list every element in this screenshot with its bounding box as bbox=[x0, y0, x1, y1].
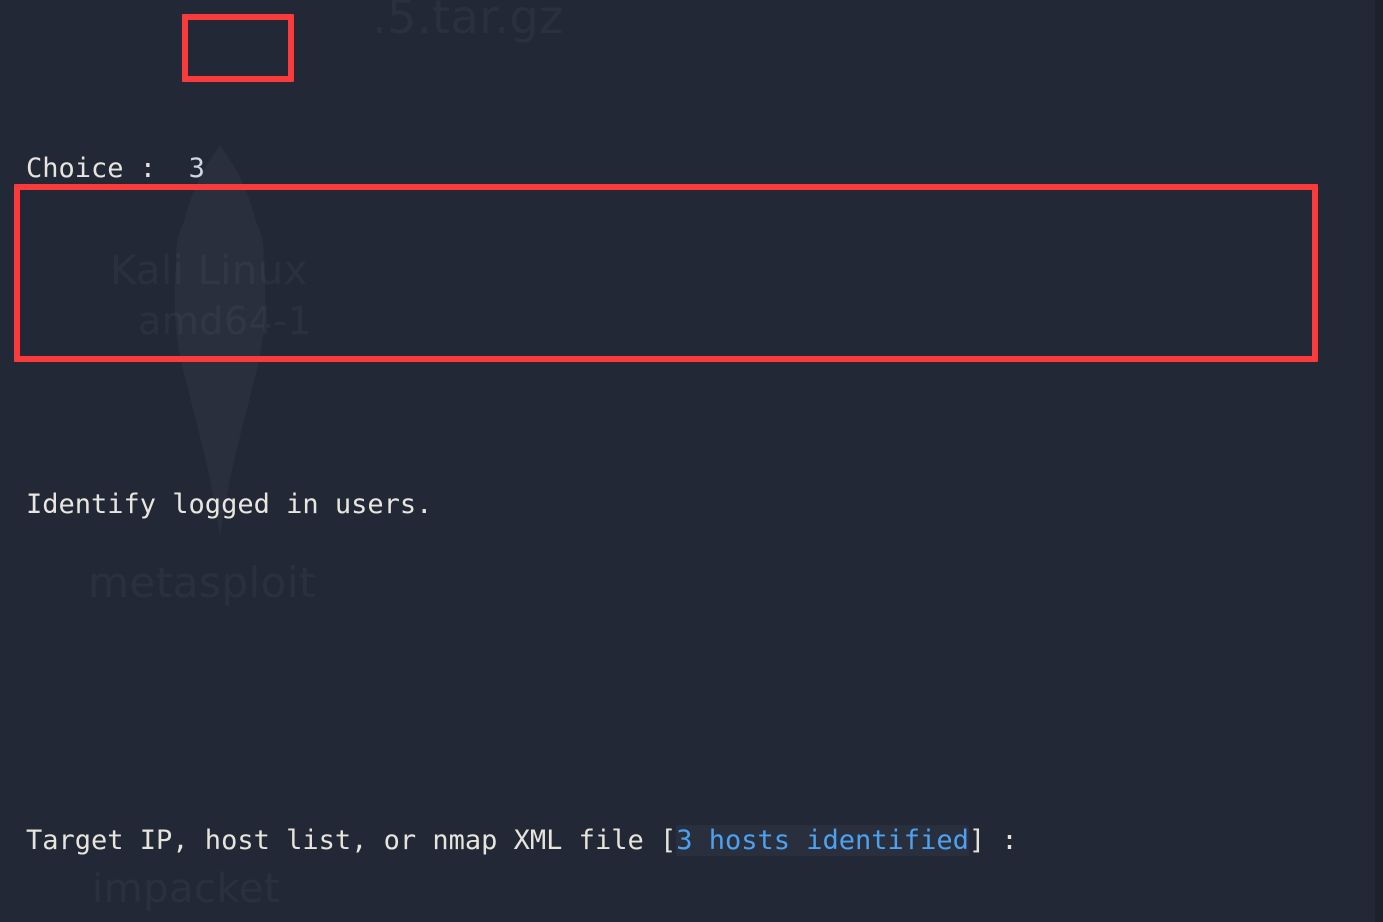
terminal-output: Choice : 3 Identify logged in users. Tar… bbox=[0, 0, 1383, 922]
module-description: Identify logged in users. bbox=[26, 489, 433, 520]
prompt-target-ip-suffix: : bbox=[985, 825, 1018, 856]
bracket-close: ] bbox=[968, 825, 986, 856]
choice-prompt-line: Choice : 3 bbox=[26, 148, 1383, 190]
terminal-window[interactable]: .5.tar.gz Kali Linux amd64-1 metasploit … bbox=[0, 0, 1383, 922]
spacer-line-1 bbox=[26, 316, 1383, 358]
prompt-target-ip-default: 3 hosts identified bbox=[676, 825, 969, 856]
bracket-open: [ bbox=[659, 825, 677, 856]
prompt-target-ip-label: Target IP, host list, or nmap XML file bbox=[26, 825, 660, 856]
choice-input-value[interactable]: 3 bbox=[156, 153, 205, 184]
spacer-line-2 bbox=[26, 652, 1383, 694]
choice-prompt-label: Choice : bbox=[26, 153, 157, 184]
prompt-target-ip[interactable]: Target IP, host list, or nmap XML file [… bbox=[26, 820, 1383, 862]
